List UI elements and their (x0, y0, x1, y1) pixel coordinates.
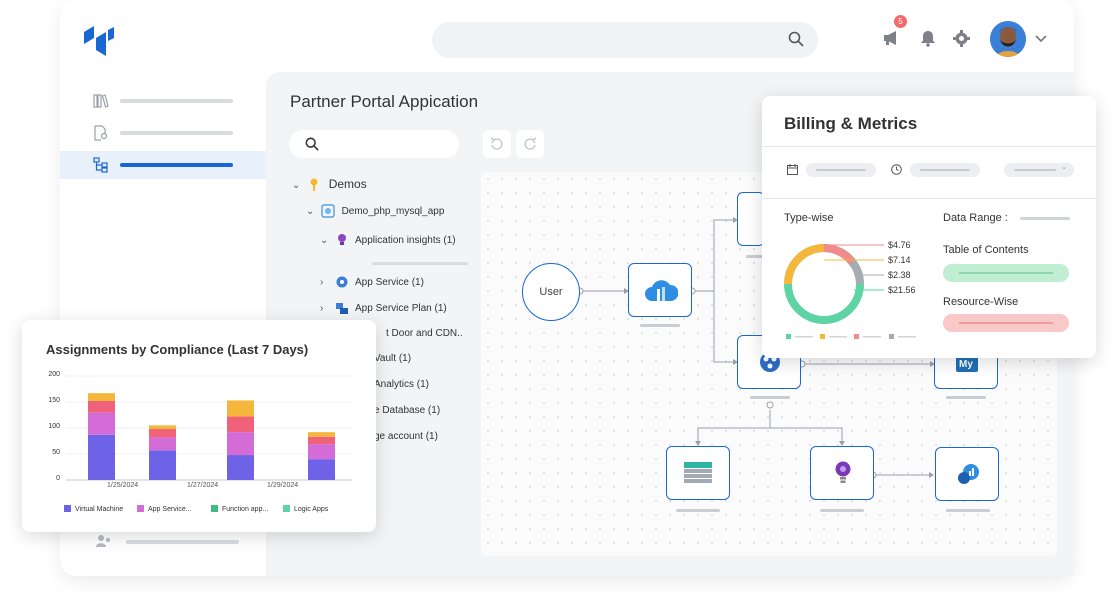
clock-icon (891, 164, 902, 175)
calendar-icon (787, 164, 798, 175)
user-node[interactable]: User (522, 263, 580, 321)
bar-segment[interactable] (149, 450, 176, 480)
bar-segment[interactable] (149, 437, 176, 451)
table-of-contents-label: Table of Contents (943, 244, 1029, 256)
node-label-placeholder (676, 509, 720, 512)
amount-label: $7.14 (888, 255, 911, 265)
resource-wise-bar[interactable] (943, 314, 1069, 332)
node-label-placeholder (946, 396, 986, 399)
data-range-value (1020, 217, 1070, 220)
bar-segment[interactable] (227, 400, 254, 417)
amount-label: $21.56 (888, 285, 916, 295)
bar-segment[interactable] (227, 416, 254, 433)
billing-metrics-card: Billing & Metrics ⌄ Type-wise $4.76 $7.1… (762, 96, 1096, 358)
bar-segment[interactable] (149, 425, 176, 430)
y-tick-label: 50 (52, 449, 60, 456)
time-filter[interactable] (910, 163, 980, 177)
billing-title: Billing & Metrics (784, 114, 918, 133)
y-tick-label: 100 (48, 423, 60, 430)
divider (762, 146, 1096, 147)
compliance-chart-card: Assignments by Compliance (Last 7 Days) … (22, 320, 376, 532)
bar-segment[interactable] (88, 412, 115, 435)
amount-label: $2.38 (888, 270, 911, 280)
legend-item: App Service... (137, 505, 192, 513)
cloud-icon (645, 280, 678, 301)
storage-node[interactable] (666, 446, 730, 500)
filter-dropdown[interactable]: ⌄ (1004, 163, 1074, 177)
storage-icon (684, 462, 712, 483)
donut-slice-7-14 (784, 244, 825, 285)
date-filter[interactable] (806, 163, 876, 177)
legend-item: Virtual Machine (64, 505, 123, 513)
node-label-placeholder (750, 396, 790, 399)
y-tick-label: 0 (56, 475, 60, 482)
x-tick-label: 1/25/2024 (107, 482, 139, 489)
node-label-placeholder (640, 324, 680, 327)
bar-segment[interactable] (308, 436, 335, 445)
cloud-service-node[interactable] (628, 263, 692, 317)
analytics-node[interactable] (935, 447, 999, 501)
bar-segment[interactable] (88, 400, 115, 413)
resource-wise-label: Resource-Wise (943, 296, 1019, 308)
node-label-placeholder (946, 509, 990, 512)
table-of-contents-bar[interactable] (943, 264, 1069, 282)
x-tick-label: 1/27/2024 (187, 482, 219, 489)
legend-item: Logic Apps (283, 505, 328, 513)
compliance-bar-chart (66, 375, 352, 481)
node-label-placeholder (820, 509, 864, 512)
bar-segment[interactable] (88, 434, 115, 480)
bar-segment[interactable] (308, 459, 335, 480)
bar-segment[interactable] (88, 393, 115, 401)
data-range-label: Data Range : (943, 212, 1008, 224)
type-wise-label: Type-wise (784, 212, 834, 224)
chevron-down-icon: ⌄ (1061, 164, 1067, 171)
bar-segment[interactable] (308, 432, 335, 437)
analytics-icon (958, 464, 979, 484)
bar-segment[interactable] (149, 429, 176, 438)
divider (762, 198, 1096, 199)
lightbulb-icon (835, 461, 851, 483)
x-tick-label: 1/29/2024 (267, 482, 299, 489)
legend-item: Function app... (211, 505, 268, 513)
service-node-top[interactable] (737, 192, 765, 246)
donut-leader-lines (824, 244, 884, 291)
bar-segment[interactable] (227, 432, 254, 456)
y-tick-label: 150 (48, 397, 60, 404)
amount-label: $4.76 (888, 240, 911, 250)
insights-node[interactable] (810, 446, 874, 500)
y-tick-label: 200 (48, 371, 60, 378)
bar-segment[interactable] (227, 455, 254, 480)
donut-legend (786, 334, 916, 339)
bar-segment[interactable] (308, 444, 335, 460)
svg-text:My: My (959, 359, 973, 370)
